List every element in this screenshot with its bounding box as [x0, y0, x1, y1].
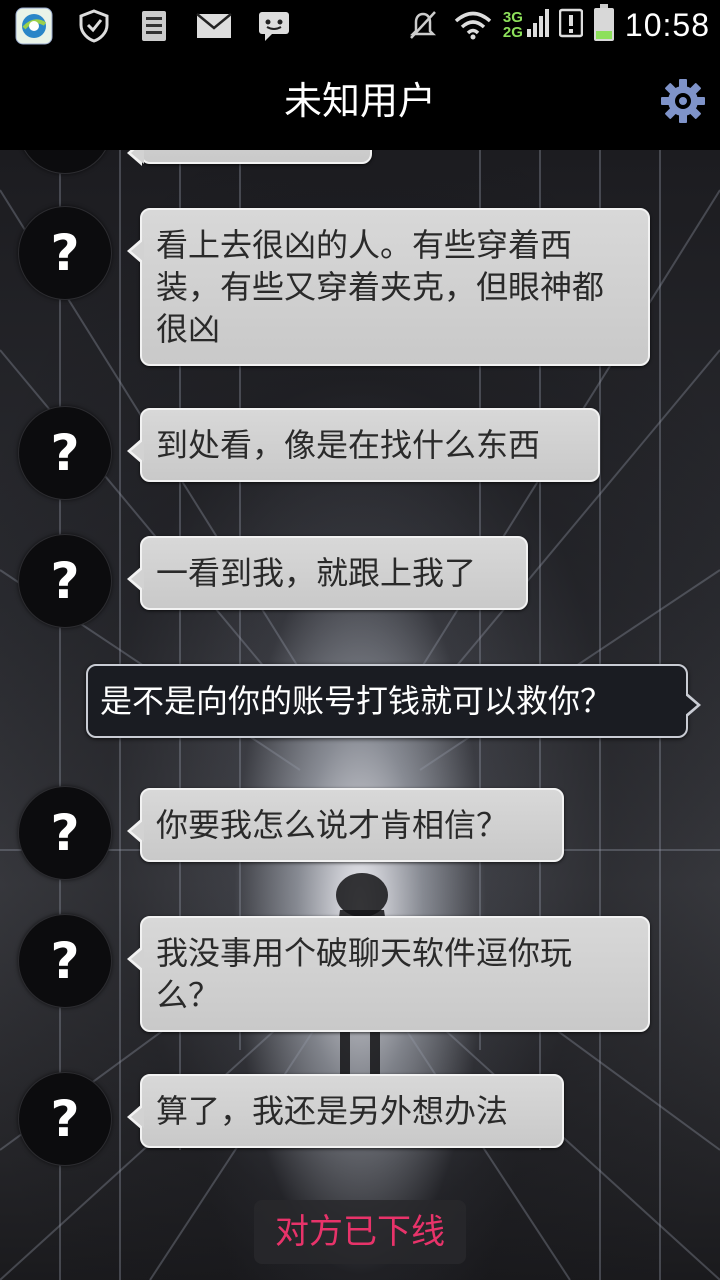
message-text: 你要我怎么说才肯相信？	[156, 806, 509, 844]
chat-area[interactable]: ? ? 看上去很凶的人。有些穿着西装，有些又穿着夹克，但眼神都很凶 ? 到处看，…	[0, 150, 720, 1280]
alert-icon	[558, 8, 584, 42]
contact-avatar[interactable]: ?	[18, 534, 112, 628]
mail-icon	[194, 6, 234, 46]
battery-icon	[593, 4, 615, 46]
gear-icon	[661, 79, 705, 123]
network-type-top: 3G	[502, 9, 523, 26]
title-bar: 未知用户	[0, 52, 720, 150]
message-bubble: 一看到我，就跟上我了	[127, 536, 528, 610]
browser-app-icon	[14, 6, 54, 46]
message-text: 看上去很凶的人。有些穿着西装，有些又穿着夹克，但眼神都很凶	[156, 226, 605, 348]
message-text: 算了，我还是另外想办法	[156, 1092, 509, 1130]
shield-icon	[74, 6, 114, 46]
status-bar: 3G 2G 10:58	[0, 0, 720, 52]
mute-icon	[403, 5, 443, 45]
wifi-icon	[453, 5, 493, 45]
clock: 10:58	[624, 6, 710, 43]
message-bubble: 我没事用个破聊天软件逗你玩么？	[127, 916, 650, 1032]
contact-avatar[interactable]: ?	[18, 206, 112, 300]
message-text: 我没事用个破聊天软件逗你玩么？	[156, 934, 573, 1014]
message-text: 到处看，像是在找什么东西	[156, 426, 541, 464]
contact-avatar[interactable]: ?	[18, 406, 112, 500]
contact-avatar[interactable]: ?	[18, 786, 112, 880]
sd-card-icon	[134, 6, 174, 46]
message-text: 是不是向你的账号打钱就可以救你？	[100, 682, 613, 720]
signal-icon	[526, 7, 549, 43]
message-text: 一看到我，就跟上我了	[156, 554, 477, 592]
message-bubble: 到处看，像是在找什么东西	[127, 408, 600, 482]
offline-status-notice: 对方已下线	[254, 1200, 466, 1264]
contact-avatar[interactable]: ?	[18, 914, 112, 1008]
message-bubble: 看上去很凶的人。有些穿着西装，有些又穿着夹克，但眼神都很凶	[127, 208, 650, 366]
message-icon	[254, 6, 294, 46]
settings-button[interactable]	[660, 78, 706, 124]
message-bubble: 你要我怎么说才肯相信？	[127, 788, 564, 862]
message-bubble: 算了，我还是另外想办法	[127, 1074, 564, 1148]
message-bubble-partial	[127, 150, 372, 166]
page-title: 未知用户	[283, 79, 436, 123]
outgoing-message-bubble: 是不是向你的账号打钱就可以救你？	[86, 664, 701, 738]
contact-avatar[interactable]: ?	[18, 1072, 112, 1166]
network-type-bottom: 2G	[502, 24, 523, 41]
